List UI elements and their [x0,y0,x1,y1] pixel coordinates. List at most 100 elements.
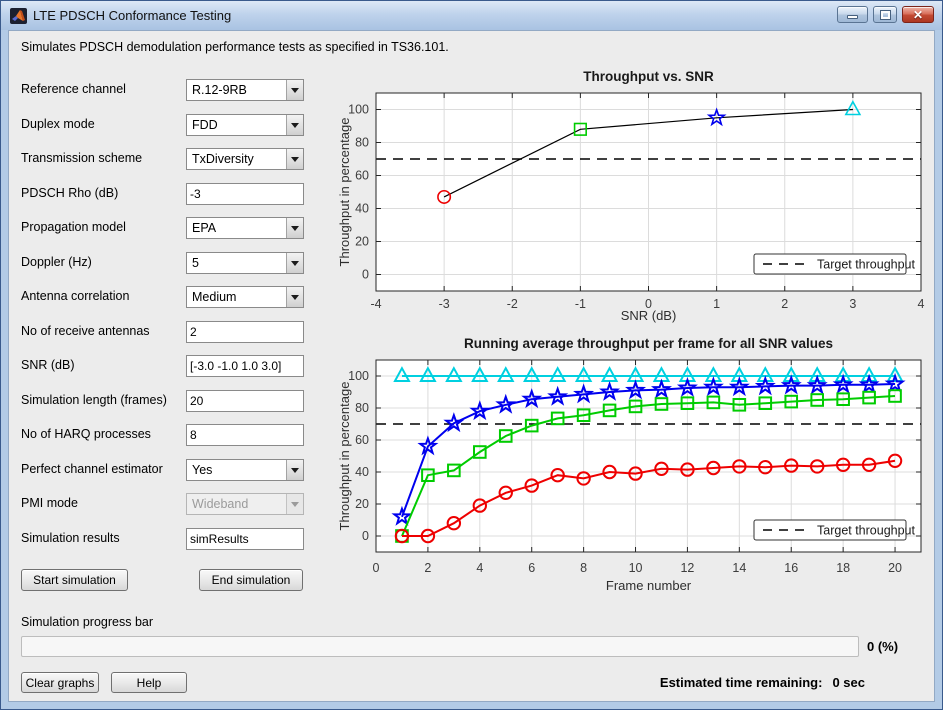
harq-processes-input[interactable] [186,424,304,446]
dropdown-value: TxDiversity [192,152,254,166]
close-icon: ✕ [912,7,924,22]
svg-text:Throughput vs. SNR: Throughput vs. SNR [583,69,714,84]
chevron-down-icon[interactable] [286,218,303,238]
help-button[interactable]: Help [111,672,187,693]
snr-label: SNR (dB) [21,358,75,372]
svg-text:-2: -2 [507,297,518,311]
svg-text:12: 12 [680,561,694,575]
transmission-scheme-dropdown[interactable]: TxDiversity [186,148,304,170]
form-row: Simulation length (frames) [21,389,304,412]
svg-text:Frame number: Frame number [606,578,692,593]
form-row: Perfect channel estimator Yes [21,458,304,481]
form-row: SNR (dB) [21,355,304,377]
svg-text:40: 40 [355,202,369,216]
dropdown-value: 5 [192,255,199,270]
chevron-down-icon[interactable] [286,287,303,307]
form-row: Reference channel R.12-9RB [21,79,304,101]
antenna-correlation-label: Antenna correlation [21,289,130,303]
eta-label: Estimated time remaining: [659,675,823,690]
start-simulation-button[interactable]: Start simulation [21,569,128,591]
duplex-mode-dropdown[interactable]: FDD [186,113,304,136]
form-row: Propagation model EPA [21,217,304,239]
svg-text:-3: -3 [439,297,450,311]
svg-text:10: 10 [629,561,643,575]
svg-text:40: 40 [355,465,369,479]
pdsch-rho-input[interactable] [186,182,304,205]
progress-bar-label: Simulation progress bar [21,615,154,629]
maximize-icon [879,9,891,20]
form-row: PDSCH Rho (dB) [21,182,304,205]
minimize-icon [847,15,858,19]
svg-text:80: 80 [355,136,369,150]
form-row: Antenna correlation Medium [21,286,304,308]
form-row: No of receive antennas [21,320,304,343]
snr-input[interactable] [186,355,304,377]
chevron-down-icon[interactable] [286,459,303,480]
svg-text:100: 100 [348,369,369,383]
end-simulation-button[interactable]: End simulation [199,569,303,591]
app-window: LTE PDSCH Conformance Testing ✕ Simulate… [0,0,943,710]
reference-channel-label: Reference channel [21,82,126,96]
svg-text:-4: -4 [370,297,381,311]
svg-text:Running average throughput per: Running average throughput per frame for… [464,336,833,351]
reference-channel-dropdown[interactable]: R.12-9RB [186,79,304,101]
svg-text:20: 20 [888,561,902,575]
dropdown-value: FDD [192,117,218,132]
maximize-button[interactable] [873,6,897,23]
simulation-results-label: Simulation results [21,530,120,545]
channel-estimator-label: Perfect channel estimator [21,461,163,476]
dropdown-value: Wideband [192,497,249,511]
duplex-mode-label: Duplex mode [21,116,95,131]
svg-text:14: 14 [732,561,746,575]
svg-text:20: 20 [355,235,369,249]
svg-text:60: 60 [355,169,369,183]
form-row: No of HARQ processes [21,424,304,446]
window-title: LTE PDSCH Conformance Testing [33,8,232,23]
pmi-mode-dropdown: Wideband [186,493,304,515]
simulation-results-input[interactable] [186,527,304,550]
description-text: Simulates PDSCH demodulation performance… [21,40,449,54]
dropdown-value: EPA [192,221,217,235]
svg-text:18: 18 [836,561,850,575]
close-button[interactable]: ✕ [902,6,934,23]
svg-text:16: 16 [784,561,798,575]
svg-text:Throughput in percentage: Throughput in percentage [337,382,352,531]
progress-percent: 0 (%) [867,639,899,654]
svg-text:100: 100 [348,103,369,117]
svg-text:4: 4 [918,297,925,311]
harq-processes-label: No of HARQ processes [21,427,151,441]
form-row: Transmission scheme TxDiversity [21,148,304,170]
receive-antennas-input[interactable] [186,320,304,343]
svg-text:2: 2 [781,297,788,311]
svg-text:Target throughput: Target throughput [817,524,916,538]
doppler-label: Doppler (Hz) [21,254,92,269]
chevron-down-icon[interactable] [286,114,303,135]
simulation-length-input[interactable] [186,389,304,412]
minimize-button[interactable] [837,6,868,23]
dropdown-value: Medium [192,290,237,304]
pdsch-rho-label: PDSCH Rho (dB) [21,185,119,200]
clear-graphs-button[interactable]: Clear graphs [21,672,99,693]
form-row: Doppler (Hz) 5 [21,251,304,274]
propagation-model-label: Propagation model [21,220,126,234]
channel-estimator-dropdown[interactable]: Yes [186,458,304,481]
svg-text:0: 0 [373,561,380,575]
svg-text:-1: -1 [575,297,586,311]
chevron-down-icon[interactable] [286,80,303,100]
antenna-correlation-dropdown[interactable]: Medium [186,286,304,308]
running-average-throughput-chart: 0 2 4 6 8 10 12 14 16 18 20 0 20 40 60 80 100 Running ave… [337,336,922,593]
chevron-down-icon [286,494,303,514]
svg-text:60: 60 [355,433,369,447]
form-row: Simulation results [21,527,304,550]
dropdown-value: R.12-9RB [192,83,247,97]
doppler-dropdown[interactable]: 5 [186,251,304,274]
chevron-down-icon[interactable] [286,252,303,273]
propagation-model-dropdown[interactable]: EPA [186,217,304,239]
svg-text:4: 4 [476,561,483,575]
estimated-time-remaining: Estimated time remaining: 0 sec [660,675,865,690]
dropdown-value: Yes [192,462,213,477]
eta-value: 0 sec [832,675,865,690]
matlab-icon [10,7,27,24]
throughput-vs-snr-chart: -4 -3 -2 -1 0 1 2 3 4020406080100Throughput vs. … [337,69,925,323]
chevron-down-icon[interactable] [286,149,303,169]
